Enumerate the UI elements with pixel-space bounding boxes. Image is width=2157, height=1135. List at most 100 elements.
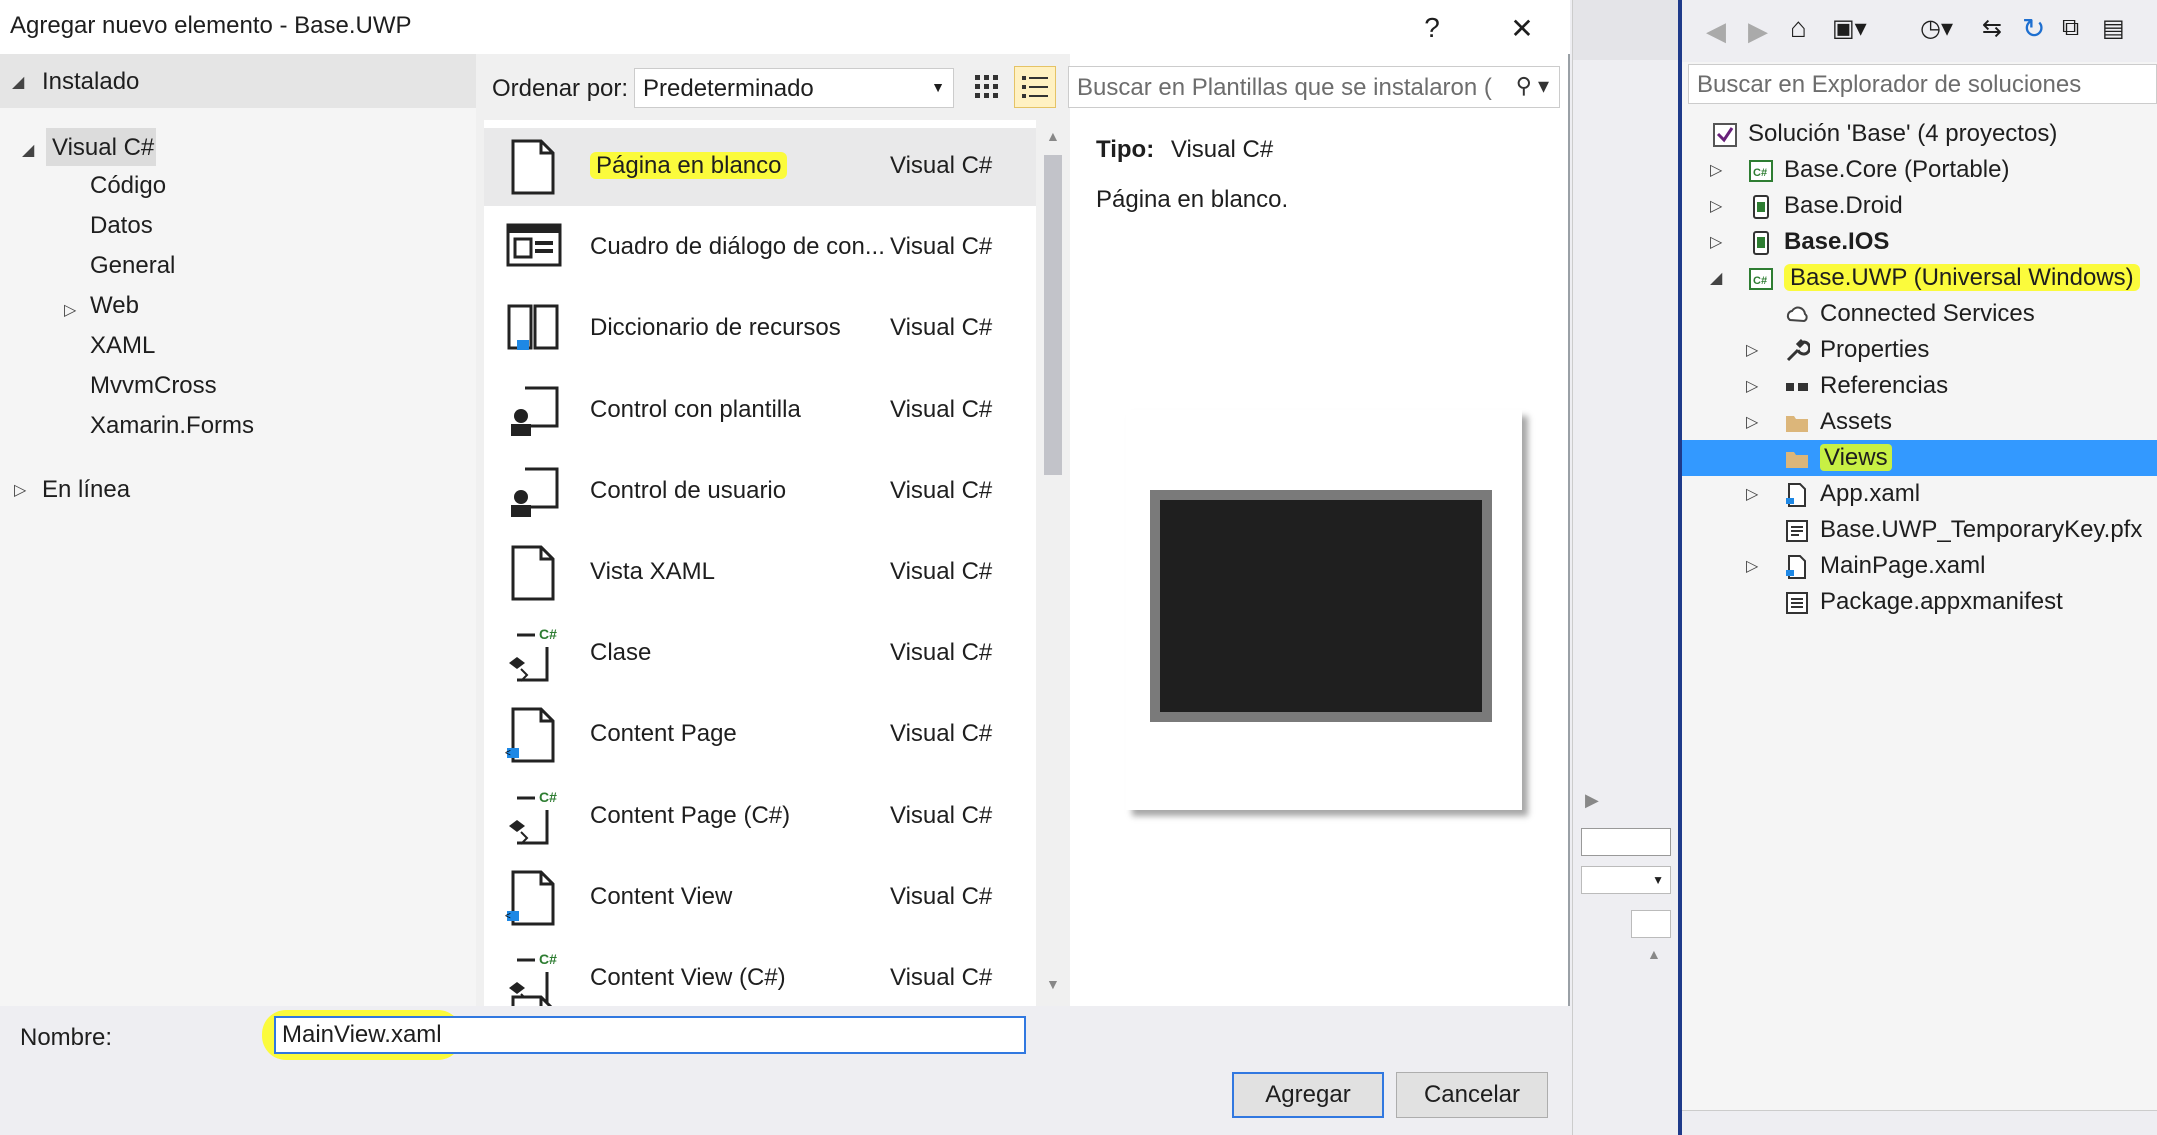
template-item[interactable]: Cuadro de diálogo de con... Visual C# <box>484 209 1036 287</box>
forward-icon[interactable]: ▶ <box>1748 16 1768 47</box>
pending-changes-icon[interactable]: ◷▾ <box>1920 14 1953 43</box>
template-language: Visual C# <box>890 639 993 666</box>
tree-node-label: Assets <box>1820 408 1892 436</box>
grid-view-button[interactable] <box>966 66 1008 108</box>
app-xaml-file[interactable]: ▷ App.xaml <box>1682 476 2157 512</box>
name-input[interactable]: MainView.xaml <box>274 1016 1026 1054</box>
resize-icon[interactable] <box>1631 910 1671 938</box>
sort-select[interactable]: Predeterminado ▼ <box>634 68 954 108</box>
collapse-all-icon[interactable]: ⧉ <box>2062 14 2079 42</box>
tree-item-xaml[interactable]: XAML <box>90 332 155 360</box>
tree-item-datos[interactable]: Datos <box>90 212 153 240</box>
references-icon <box>1784 374 1810 400</box>
template-description: Página en blanco. <box>1096 186 1289 213</box>
list-view-button[interactable] <box>1014 66 1056 108</box>
tree-item-general[interactable]: General <box>90 252 175 280</box>
temporary-key-file[interactable]: Base.UWP_TemporaryKey.pfx <box>1682 512 2157 548</box>
expanded-triangle-icon[interactable]: ◢ <box>1710 268 1722 288</box>
template-name-text: Content Page (C#) <box>590 802 791 829</box>
scroll-up-icon[interactable]: ▲ <box>1046 128 1060 144</box>
xaml-file-icon <box>1784 482 1810 508</box>
expand-triangle-icon[interactable]: ▷ <box>1746 340 1758 360</box>
home-icon[interactable]: ⌂ <box>1790 12 1807 44</box>
assets-folder[interactable]: ▷ Assets <box>1682 404 2157 440</box>
cancel-button[interactable]: Cancelar <box>1396 1072 1548 1118</box>
name-label: Nombre: <box>20 1024 113 1051</box>
tree-node-text: Base.IOS <box>1784 228 1890 255</box>
scroll-thumb[interactable] <box>1044 155 1062 475</box>
csharp-project-icon: C# <box>1748 158 1774 184</box>
expand-triangle-icon[interactable]: ▷ <box>1710 196 1722 216</box>
solution-search-input[interactable]: Buscar en Explorador de soluciones <box>1688 64 2157 104</box>
template-language: Visual C# <box>890 314 993 341</box>
properties-node[interactable]: ▷ Properties <box>1682 332 2157 368</box>
swap-icon[interactable]: ⇆ <box>1982 14 2002 43</box>
add-button[interactable]: Agregar <box>1232 1072 1384 1118</box>
tree-item-mvvmcross[interactable]: MvvmCross <box>90 372 217 400</box>
category-tree <box>0 54 476 1006</box>
tree-item-online[interactable]: En línea <box>42 476 130 504</box>
show-all-files-icon[interactable]: ▤ <box>2102 14 2125 43</box>
installed-header[interactable]: ◢ Instalado <box>0 54 476 108</box>
chevron-right-icon[interactable]: ▶ <box>1585 790 1599 811</box>
template-item[interactable]: Vista XAML Visual C# <box>484 534 1036 612</box>
solution-node[interactable]: Solución 'Base' (4 proyectos) <box>1682 116 2157 152</box>
folder-icon <box>1784 410 1810 436</box>
manifest-file-icon <box>1784 590 1810 616</box>
refresh-icon[interactable]: ↻ <box>2022 12 2045 45</box>
editor-dropdown[interactable]: ▼ <box>1581 866 1671 894</box>
search-icon: ⚲ ▾ <box>1515 73 1549 98</box>
split-view-buttons[interactable] <box>1581 828 1671 856</box>
template-item[interactable]: C# Clase Visual C# <box>484 615 1036 693</box>
template-item[interactable]: < Content View Visual C# <box>484 859 1036 937</box>
template-item[interactable]: C# Content Page (C#) Visual C# <box>484 778 1036 856</box>
template-preview-image <box>1150 490 1492 722</box>
template-item[interactable]: Control con plantilla Visual C# <box>484 372 1036 450</box>
project-base-droid[interactable]: ▷ Base.Droid <box>1682 188 2157 224</box>
back-icon[interactable]: ◀ <box>1706 16 1726 47</box>
tree-item-visual-csharp[interactable]: Visual C# <box>46 128 156 166</box>
tree-node-text: Connected Services <box>1820 300 2035 327</box>
project-base-ios[interactable]: ▷ Base.IOS <box>1682 224 2157 260</box>
project-base-core[interactable]: ▷ C# Base.Core (Portable) <box>1682 152 2157 188</box>
online-expand-icon[interactable]: ▷ <box>14 480 26 500</box>
expand-triangle-icon[interactable]: ▷ <box>1746 412 1758 432</box>
expand-triangle-icon[interactable]: ▷ <box>1746 376 1758 396</box>
tree-node-label: App.xaml <box>1820 480 1920 508</box>
template-item[interactable]: Control de usuario Visual C# <box>484 453 1036 531</box>
template-item[interactable]: Página en blanco Visual C# <box>484 128 1036 206</box>
sync-view-icon[interactable]: ▣▾ <box>1832 14 1867 43</box>
references-node[interactable]: ▷ Referencias <box>1682 368 2157 404</box>
expand-triangle-icon[interactable]: ▷ <box>1710 160 1722 180</box>
tree-node-text: Base.Droid <box>1784 192 1903 219</box>
expand-triangle-icon[interactable]: ▷ <box>1746 556 1758 576</box>
tree-item-web[interactable]: Web <box>90 292 139 320</box>
help-button[interactable]: ? <box>1402 6 1462 50</box>
svg-text:C#: C# <box>1753 167 1767 179</box>
expand-triangle-icon[interactable]: ▷ <box>1746 484 1758 504</box>
scroll-down-icon[interactable]: ▼ <box>1046 976 1060 992</box>
template-language: Visual C# <box>890 558 993 585</box>
connected-services-icon <box>1784 302 1810 328</box>
web-expand-icon[interactable]: ▷ <box>64 300 76 320</box>
expand-triangle-icon[interactable]: ▷ <box>1710 232 1722 252</box>
project-base-uwp[interactable]: ◢ C# Base.UWP (Universal Windows) <box>1682 260 2157 296</box>
template-name: Página en blanco <box>590 152 788 180</box>
user-control-icon <box>504 463 564 521</box>
tree-item-c-digo[interactable]: Código <box>90 172 166 200</box>
scroll-up-icon[interactable]: ▲ <box>1647 946 1661 962</box>
template-name: Control de usuario <box>590 477 786 505</box>
svg-text:C#: C# <box>539 626 557 642</box>
tree-item-xamarin-forms[interactable]: Xamarin.Forms <box>90 412 254 440</box>
close-button[interactable]: ✕ <box>1492 6 1552 50</box>
views-folder[interactable]: Views <box>1682 440 2157 476</box>
template-item[interactable]: Diccionario de recursos Visual C# <box>484 290 1036 368</box>
wrench-icon <box>1784 338 1812 364</box>
mainpage-xaml-file[interactable]: ▷ MainPage.xaml <box>1682 548 2157 584</box>
connected-services-node[interactable]: Connected Services <box>1682 296 2157 332</box>
template-search-input[interactable]: Buscar en Plantillas que se instalaron (… <box>1068 66 1560 108</box>
template-item[interactable]: < Content Page Visual C# <box>484 696 1036 774</box>
editor-tab-strip <box>1573 0 1679 60</box>
type-value: Visual C# <box>1170 136 1274 163</box>
package-manifest-file[interactable]: Package.appxmanifest <box>1682 584 2157 620</box>
